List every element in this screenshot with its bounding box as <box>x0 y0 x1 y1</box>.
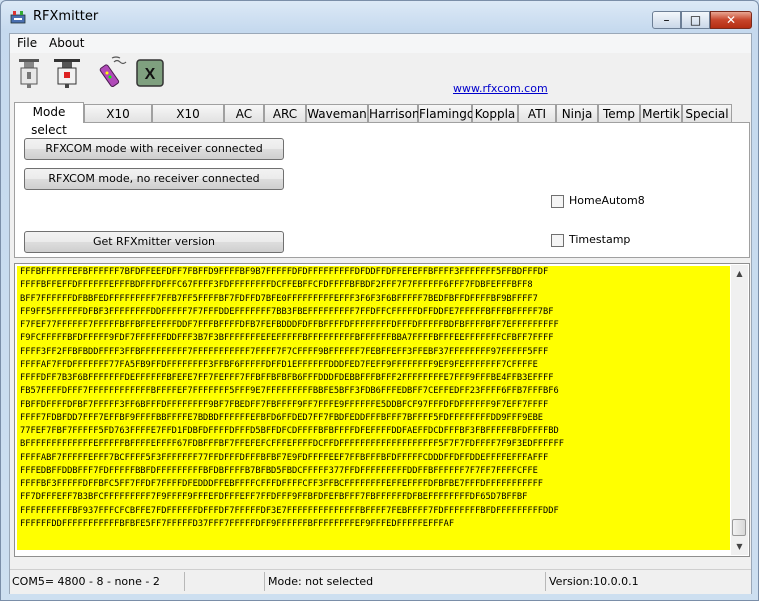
menu-bar: File About <box>10 34 751 53</box>
log-line: 77FEF7FBF7FFFFF5FD763FFFFE7FFD1FDBFDFFFF… <box>20 426 559 436</box>
client-area: File About X www.rfxcom.com Mode select … <box>9 33 752 594</box>
scroll-thumb[interactable] <box>732 519 746 536</box>
status-version: Version:10.0.0.1 <box>549 575 639 588</box>
log-line: FFFF3FF2FFBFBDDFFFF3FFBFFFFFFFFF7FFFFFFF… <box>20 346 549 357</box>
status-mode: Mode: not selected <box>265 572 546 591</box>
log-line: FFFBFFFFFFEFBFFFFFF7BFDFFEEFDFF7FBFFD9FF… <box>20 267 549 277</box>
log-line: F7FEF77FFFFFF7FFFFFBFFBFFEFFFFDDF7FFFBFF… <box>20 320 559 330</box>
rfxcom-receiver-button[interactable]: RFXCOM mode with receiver connected <box>24 138 284 160</box>
log-line: FBFFDFFFFDFBF7FFFFF3FF6BFFFDFFFFFFFF9BF7… <box>20 399 549 410</box>
app-window: RFXmitter – □ ✕ File About X www.rfxcom.… <box>0 0 759 601</box>
tab-waveman[interactable]: Waveman <box>306 104 368 122</box>
log-line: FFFFDFF7B3F6BFFFFFFFDEFFFFFFBFEFE7FF7FEF… <box>20 373 554 383</box>
timestamp-label: Timestamp <box>569 233 631 246</box>
tab-ati[interactable]: ATI <box>518 104 556 122</box>
log-line: BFFFFFFFFFFFFFEFFFFFBFFFFEFFFF67FDBFFFBF… <box>20 439 564 450</box>
log-line: FF9FF5FFFFFFDFBF3FFFFFFFFDDFFFFF7F7FFFDD… <box>20 306 554 317</box>
tab-ninja[interactable]: Ninja <box>556 104 598 122</box>
minimize-button[interactable]: – <box>652 11 681 29</box>
tab-temp[interactable]: Temp <box>598 104 640 122</box>
status-empty <box>185 572 265 591</box>
tab-x10-lighting[interactable]: X10 lighting <box>84 104 152 139</box>
log-line: FFFFBF3FFFFFDFFBFC5FF7FFDF7FFFFDFEDDDFFE… <box>20 479 544 489</box>
menu-file[interactable]: File <box>17 36 37 50</box>
tab-x10-security[interactable]: X10 Security <box>152 104 224 139</box>
tab-mertik[interactable]: Mertik <box>640 104 682 122</box>
timestamp-checkbox-box[interactable] <box>551 234 564 247</box>
status-bar: COM5= 4800 - 8 - none - 2 Mode: not sele… <box>10 569 751 594</box>
status-port: COM5= 4800 - 8 - none - 2 <box>10 572 185 591</box>
log-line: FF7DFFFEFF7B3BFCFFFFFFFFF7F9FFFF9FFFEFDF… <box>20 492 528 503</box>
scroll-up-icon[interactable]: ▲ <box>731 265 748 282</box>
homeautom8-label: HomeAutom8 <box>569 194 645 207</box>
app-icon <box>10 11 26 24</box>
tab-flamingo[interactable]: Flamingo <box>418 104 474 122</box>
rfxcom-link[interactable]: www.rfxcom.com <box>453 82 548 95</box>
tab-arc[interactable]: ARC <box>264 104 306 122</box>
log-scrollbar[interactable]: ▲ ▼ <box>731 265 748 555</box>
rfxcom-no-receiver-button[interactable]: RFXCOM mode, no receiver connected <box>24 168 284 190</box>
scroll-down-icon[interactable]: ▼ <box>731 538 748 555</box>
maximize-button[interactable]: □ <box>681 11 710 29</box>
log-line: FFFFAF7FFDFFFFFFF77FA5FB9FFDFFFFFFFF3FFB… <box>20 359 538 370</box>
log-line: FFFFABF7FFFFFEFFF7BCFFFF5F3FFFFFFF77FFDF… <box>20 452 549 463</box>
log-line: FFFFFFFFFFBF937FFFCFCBFFE7FDFFFFFFDFFFDF… <box>20 505 559 516</box>
maximize-icon: □ <box>689 13 702 27</box>
log-line: FFFFBFFEFFDFFFFFFEFFFBDFFFDFFFC67FFFF3FD… <box>20 280 533 291</box>
title-bar[interactable]: RFXmitter – □ ✕ <box>1 1 758 33</box>
log-textbox[interactable]: FFFBFFFFFFEFBFFFFFF7BFDFFEEFDFF7FBFFD9FF… <box>14 263 750 557</box>
mode-select-panel: RFXCOM mode with receiver connected RFXC… <box>14 122 750 258</box>
log-line: FFFEDBFFDDBFFF7FDFFFFFBBFDFFFFFFFFFBFDBF… <box>20 465 538 476</box>
tab-mode-select[interactable]: Mode select <box>14 102 84 137</box>
log-line: BFF7FFFFFFDFBBFEDFFFFFFFFF7FFB7FF5FFFFBF… <box>20 293 538 304</box>
minimize-icon: – <box>663 13 670 27</box>
tab-harrison[interactable]: Harrison <box>368 104 420 122</box>
tab-special[interactable]: Special <box>682 104 732 122</box>
receiver-plug-icon[interactable] <box>12 56 46 90</box>
log-line: FFFFFFDDFFFFFFFFFFFBFBFE5FF7FFFFFD37FFF7… <box>20 518 455 529</box>
remote-control-icon[interactable] <box>94 56 128 90</box>
close-icon: ✕ <box>725 13 737 27</box>
exit-icon-label: X <box>145 66 156 83</box>
exit-icon[interactable]: X <box>136 59 164 87</box>
menu-about[interactable]: About <box>49 36 84 50</box>
log-text[interactable]: FFFBFFFFFFEFBFFFFFF7BFDFFEEFDFF7FBFFD9FF… <box>17 266 730 550</box>
window-title: RFXmitter <box>33 9 99 24</box>
transmitter-plug-icon[interactable] <box>50 56 84 90</box>
tab-ac[interactable]: AC <box>224 104 264 122</box>
tab-koppla[interactable]: Koppla <box>472 104 518 122</box>
get-version-button[interactable]: Get RFXmitter version <box>24 231 284 253</box>
homeautom8-checkbox-box[interactable] <box>551 195 564 208</box>
toolbar: X www.rfxcom.com <box>10 53 751 99</box>
close-button[interactable]: ✕ <box>710 11 752 29</box>
log-line: FFFF7FDBFDD7FFF7EFFBF9FFFFBBFFFFE7BDBDFF… <box>20 412 544 423</box>
log-line: FB57FFFFDFFF7FFFFFFFFFFFFBFFFFEF7FFFFFFF… <box>20 386 559 397</box>
log-line: F9FCFFFFFBFDFFFFF9FDF7FFFFFFDDFFF3B7F3BF… <box>20 333 554 344</box>
